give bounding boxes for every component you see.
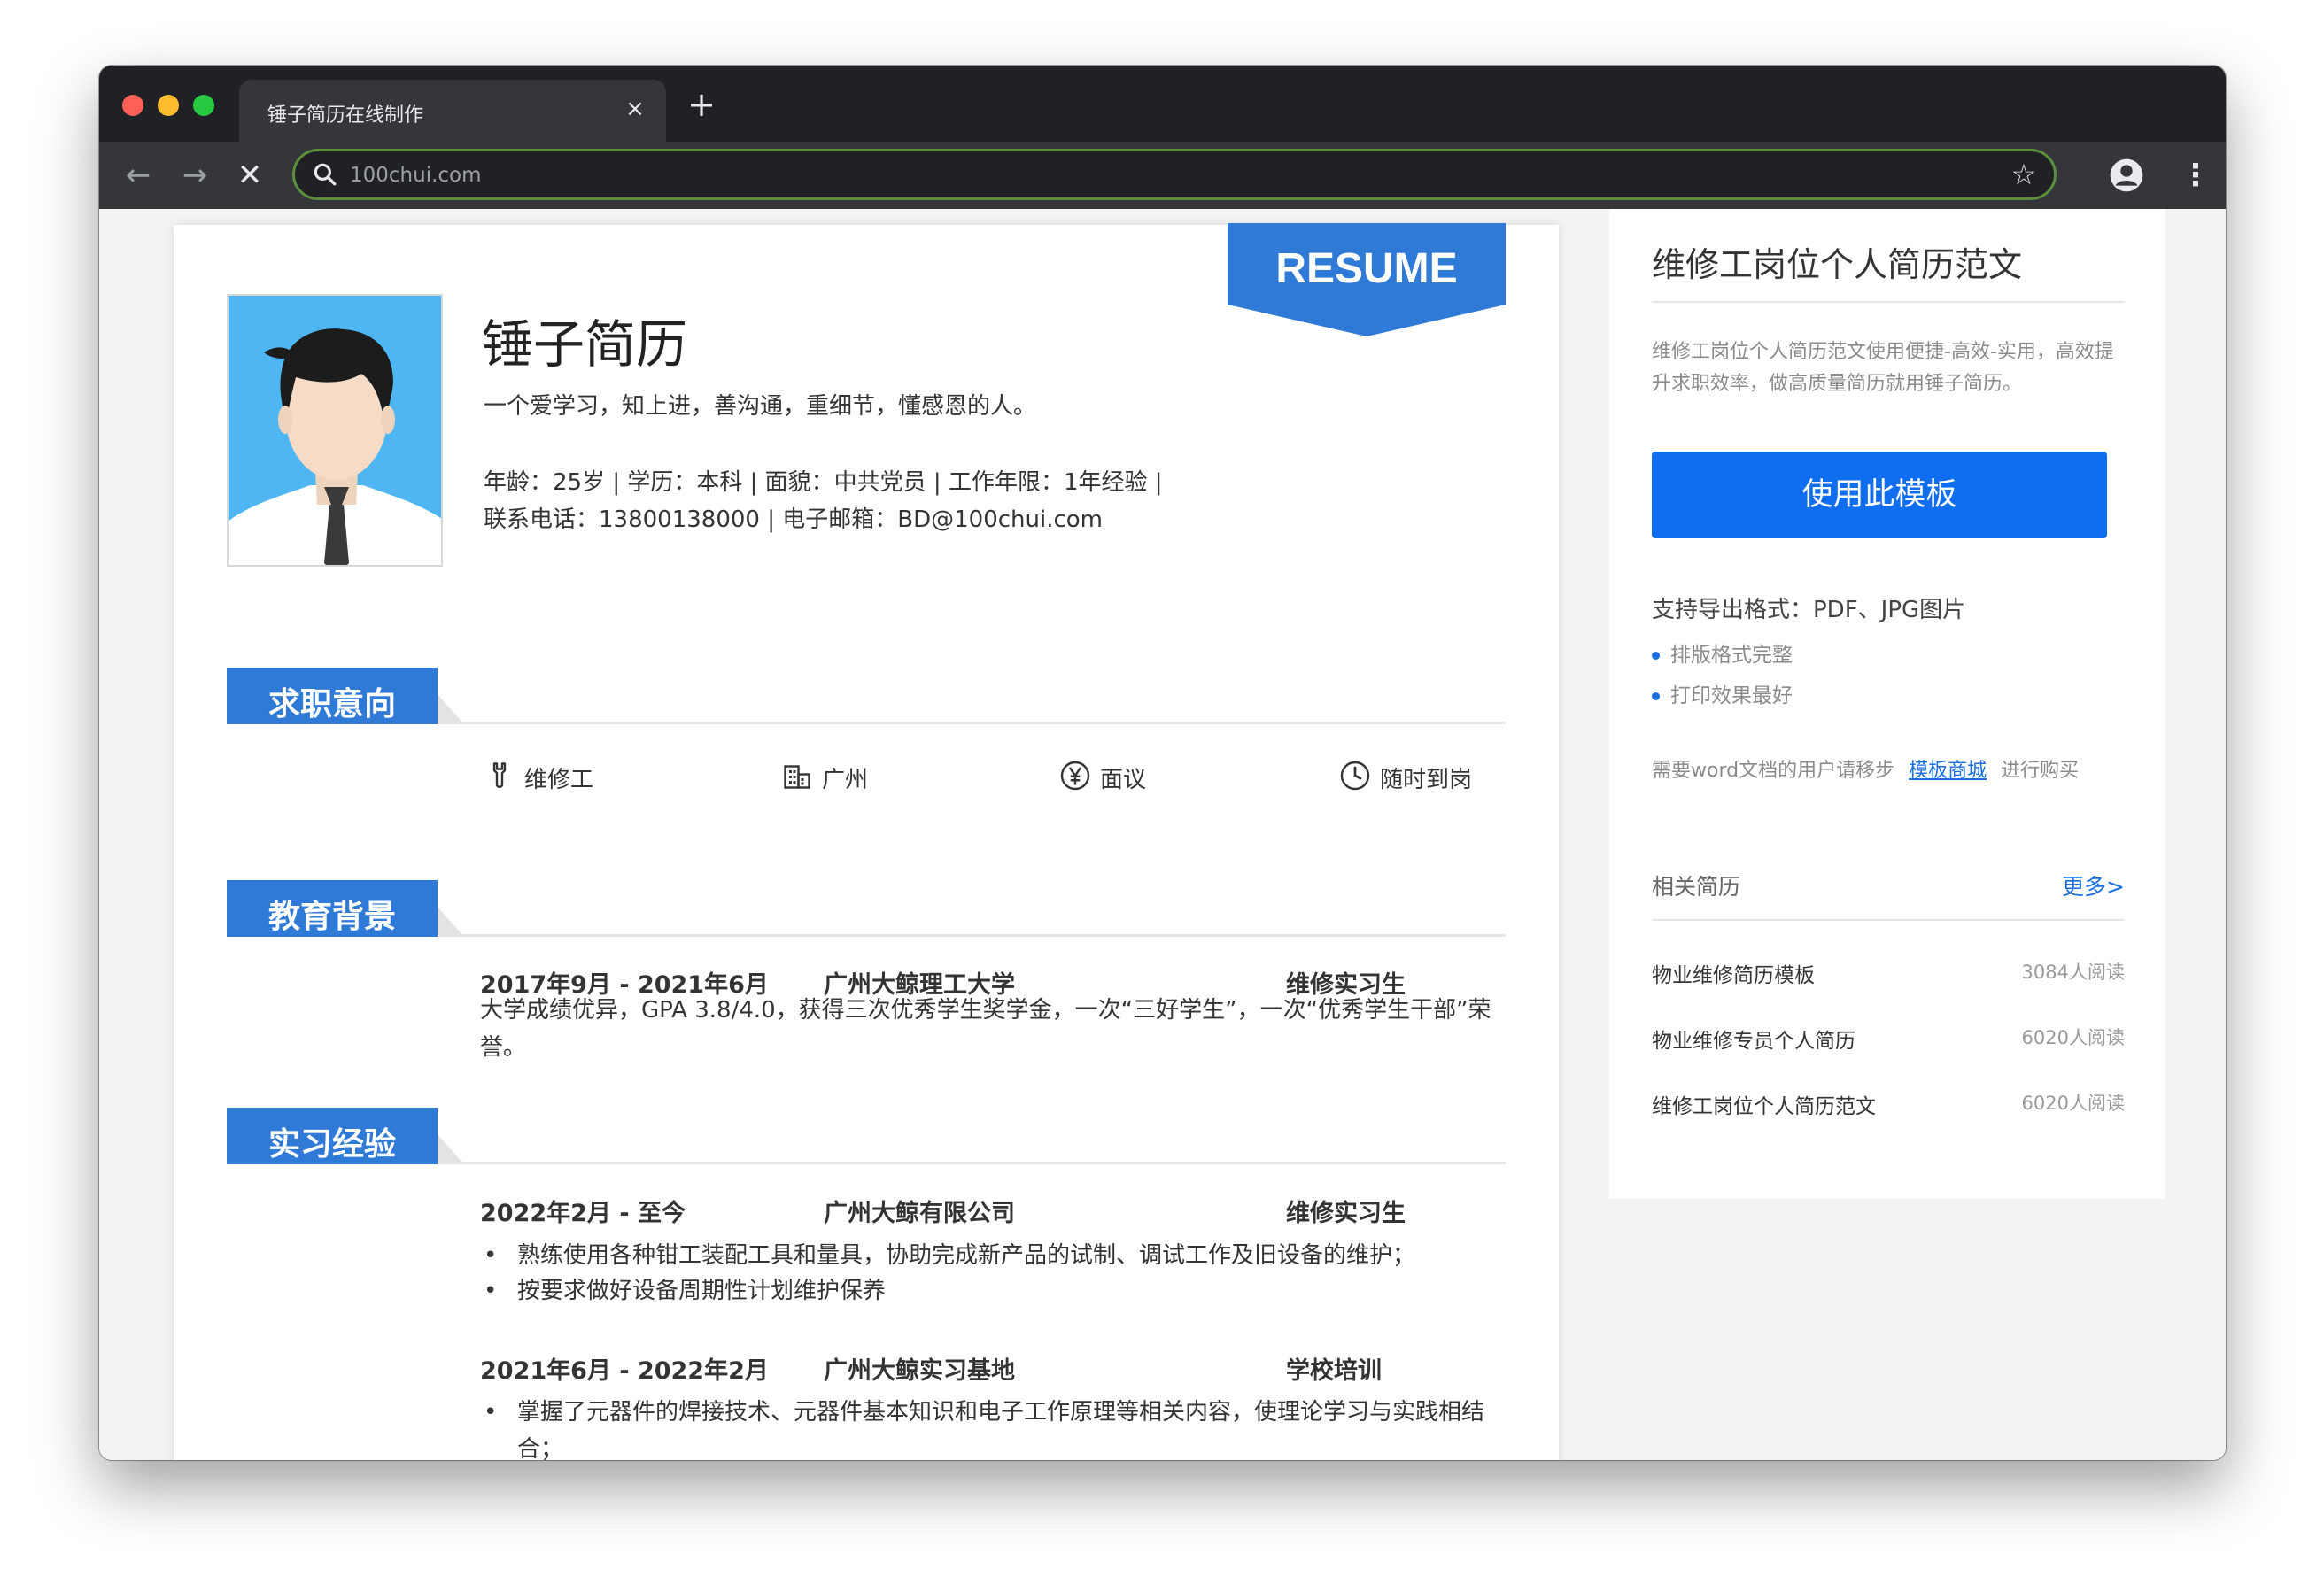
related-resume-item[interactable]: 维修工岗位个人简历范文 6020人阅读 (1652, 1089, 2125, 1124)
template-sidebar: 维修工岗位个人简历范文 维修工岗位个人简历范文使用便捷-高效-实用，高效提升求职… (1609, 209, 2165, 1199)
wrench-icon (492, 762, 507, 788)
address-bar[interactable]: 100chui.com ☆ (292, 149, 2057, 200)
sidebar-description: 维修工岗位个人简历范文使用便捷-高效-实用，高效提升求职效率，做高质量简历就用锤… (1652, 341, 2114, 395)
bullet-text: 熟练使用各种钳工装配工具和量具，协助完成新产品的试制、调试工作及旧设备的维护； (517, 1242, 1416, 1269)
maximize-window-button[interactable] (193, 95, 214, 116)
related-resumes-heading: 相关简历 (1652, 874, 1741, 900)
related-resume-item[interactable]: 物业维修简历模板 3084人阅读 (1652, 958, 2125, 993)
section-header-tab-decoration (438, 694, 464, 724)
section-header-education: 教育背景 (227, 880, 438, 937)
bookmark-star-icon[interactable]: ☆ (2008, 158, 2040, 190)
account-icon[interactable] (2109, 158, 2144, 193)
new-tab-button[interactable]: + (684, 87, 719, 122)
related-resume-item[interactable]: 物业维修专员个人简历 6020人阅读 (1652, 1024, 2125, 1059)
word-note-suffix: 进行购买 (2001, 760, 2080, 782)
internship-role: 维修实习生 (1286, 1200, 1406, 1227)
section-header-internship: 实习经验 (227, 1108, 438, 1164)
feature-label: 排版格式完整 (1670, 644, 1793, 667)
url-text[interactable]: 100chui.com (350, 164, 482, 187)
section-divider (438, 934, 1506, 937)
feature-dot (1652, 692, 1660, 700)
sidebar-divider (1652, 919, 2125, 921)
sidebar-title: 维修工岗位个人简历范文 (1652, 245, 2023, 284)
word-download-note: 需要word文档的用户请移步 模板商城 进行购买 (1652, 754, 2079, 783)
template-store-link[interactable]: 模板商城 (1909, 760, 1987, 782)
forward-button[interactable]: → (175, 156, 214, 195)
more-related-link[interactable]: 更多> (2062, 869, 2125, 901)
search-icon (314, 163, 337, 186)
feature-dot (1652, 652, 1660, 660)
yen-icon (1060, 761, 1090, 791)
section-header-tab-decoration (438, 1134, 464, 1164)
bullet-text: 掌握了元器件的焊接技术、元器件基本知识和电子工作原理等相关内容，使理论学习与实践… (517, 1399, 1485, 1460)
related-resume-reads: 6020人阅读 (2021, 1027, 2125, 1048)
use-template-button[interactable]: 使用此模板 (1652, 452, 2107, 538)
related-resume-reads: 3084人阅读 (2021, 962, 2125, 983)
related-resume-name[interactable]: 物业维修专员个人简历 (1652, 1024, 1855, 1054)
section-divider (438, 722, 1506, 724)
resume-ribbon-text: RESUME (1275, 245, 1458, 292)
title-bar: 锤子简历在线制作 × + (99, 66, 2226, 142)
internship-period: 2021年6月 - 2022年2月 (480, 1357, 769, 1385)
resume-contact-info: 联系电话：13800138000 | 电子邮箱：BD@100chui.com (484, 506, 1104, 533)
building-icon (784, 765, 810, 789)
section-title: 实习经验 (267, 1126, 396, 1163)
clock-icon (1340, 761, 1370, 791)
internship-company: 广州大鲸实习基地 (824, 1357, 1015, 1385)
intent-availability-label: 随时到岗 (1380, 767, 1473, 793)
internship-period: 2022年2月 - 至今 (480, 1200, 686, 1227)
resume-preview: RESUME 锤子简历 一个爱学习，知上进，善沟通，重细节，懂感恩的人。 年龄：… (174, 223, 1559, 1460)
minimize-window-button[interactable] (158, 95, 179, 116)
related-resume-name[interactable]: 物业维修简历模板 (1652, 958, 1815, 988)
section-header-intent: 求职意向 (227, 668, 438, 724)
back-button[interactable]: ← (119, 156, 158, 195)
bullet-text: 按要求做好设备周期性计划维护保养 (517, 1278, 887, 1304)
tab-title: 锤子简历在线制作 (267, 104, 424, 127)
internship-company: 广州大鲸有限公司 (824, 1200, 1015, 1227)
resume-motto: 一个爱学习，知上进，善沟通，重细节，懂感恩的人。 (484, 393, 1037, 420)
browser-tab[interactable]: 锤子简历在线制作 × (239, 80, 666, 142)
education-description: 大学成绩优异，GPA 3.8/4.0，获得三次优秀学生奖学金，一次“三好学生”，… (480, 997, 1491, 1061)
browser-window: 锤子简历在线制作 × + ← → ✕ 100chui.com ☆ ⋮ RESUM… (99, 66, 2226, 1460)
section-header-tab-decoration (438, 907, 464, 937)
bullet-dot: • (484, 1242, 498, 1269)
export-formats: 支持导出格式：PDF、JPG图片 (1652, 597, 1966, 623)
section-divider (438, 1162, 1506, 1164)
browser-menu-icon[interactable]: ⋮ (2181, 156, 2211, 195)
close-window-button[interactable] (122, 95, 143, 116)
stop-loading-button[interactable]: ✕ (230, 156, 269, 195)
bullet-dot: • (484, 1399, 498, 1426)
intent-salary-label: 面议 (1100, 767, 1147, 793)
avatar (227, 294, 443, 567)
tab-close-icon[interactable]: × (620, 94, 650, 124)
page-viewport: RESUME 锤子简历 一个爱学习，知上进，善沟通，重细节，懂感恩的人。 年龄：… (99, 209, 2226, 1460)
resume-name: 锤子简历 (482, 314, 688, 375)
feature-item: 排版格式完整 (1652, 638, 1793, 668)
bullet-dot: • (484, 1278, 498, 1304)
feature-item: 打印效果最好 (1652, 678, 1793, 708)
intent-city-label: 广州 (822, 767, 869, 793)
intent-position-label: 维修工 (524, 767, 594, 793)
section-title: 求职意向 (267, 686, 396, 723)
resume-basic-info: 年龄：25岁 | 学历：本科 | 面貌：中共党员 | 工作年限：1年经验 | (484, 469, 1163, 496)
browser-toolbar: ← → ✕ 100chui.com ☆ ⋮ (99, 142, 2226, 209)
section-title: 教育背景 (267, 899, 396, 935)
related-resume-reads: 6020人阅读 (2021, 1093, 2125, 1114)
internship-role: 学校培训 (1286, 1357, 1382, 1385)
related-resume-name[interactable]: 维修工岗位个人简历范文 (1652, 1089, 1876, 1119)
sidebar-divider (1652, 301, 2125, 303)
word-note-prefix: 需要word文档的用户请移步 (1652, 760, 1895, 782)
feature-label: 打印效果最好 (1670, 684, 1793, 707)
